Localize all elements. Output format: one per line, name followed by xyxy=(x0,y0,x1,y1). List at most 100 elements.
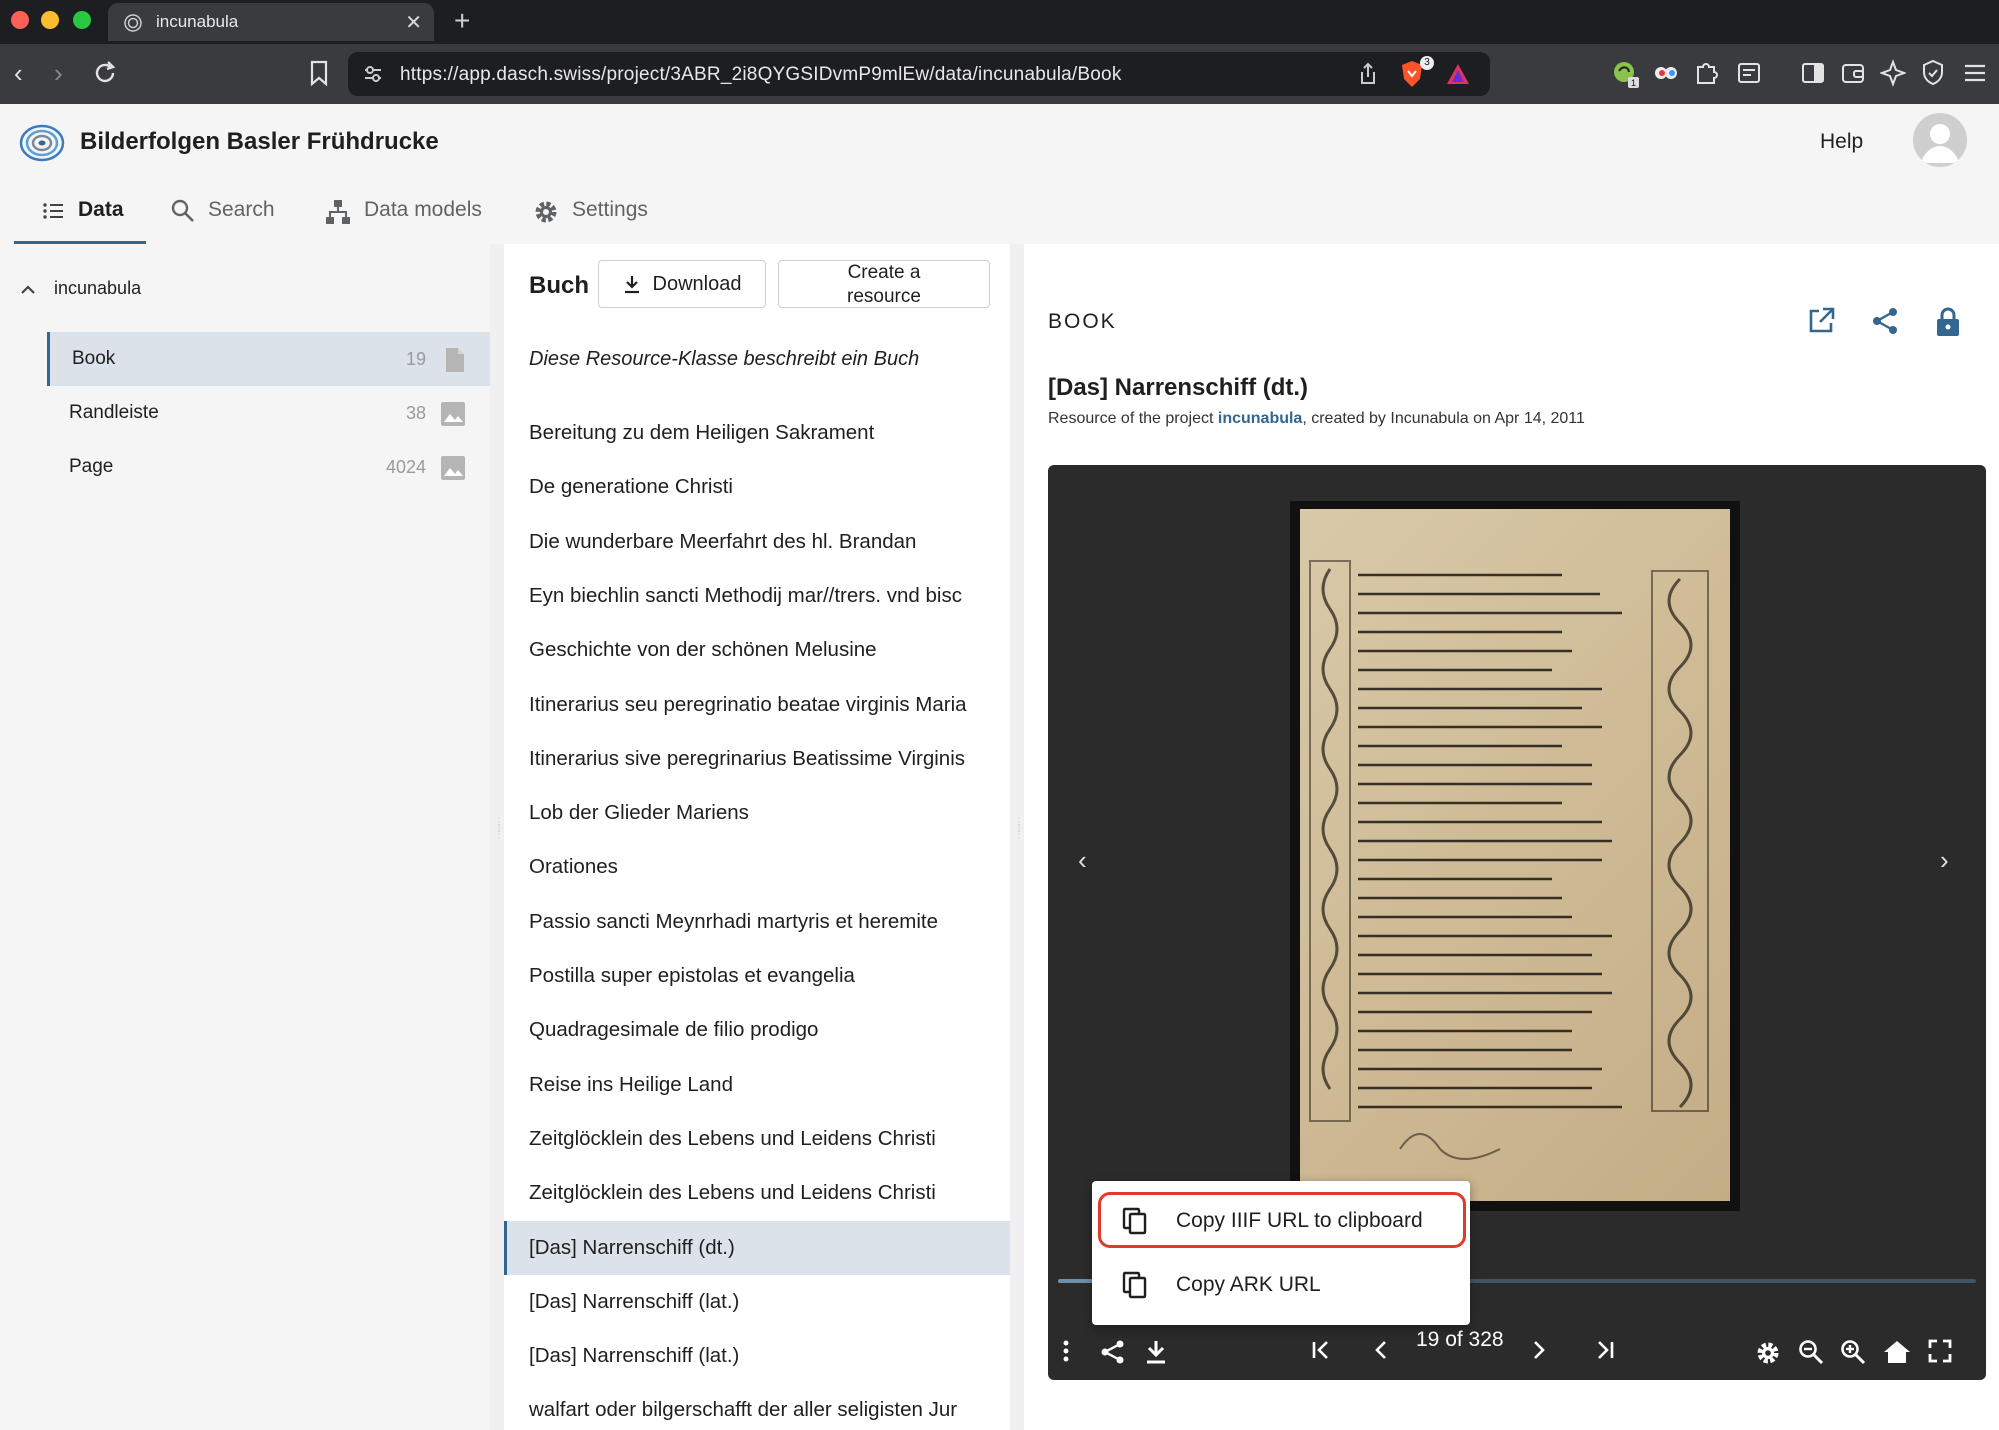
resource-list-item[interactable]: Die wunderbare Meerfahrt des hl. Brandan xyxy=(504,515,1010,569)
rewards-icon[interactable] xyxy=(1446,63,1470,85)
browser-tab[interactable]: incunabula ✕ xyxy=(108,3,434,41)
wallet-icon[interactable] xyxy=(1840,59,1866,87)
tab-data[interactable]: Data xyxy=(14,198,146,244)
site-settings-icon[interactable] xyxy=(362,63,384,85)
open-in-new-icon[interactable] xyxy=(1806,306,1836,336)
reload-icon[interactable] xyxy=(92,59,118,87)
minimize-window-button[interactable] xyxy=(41,11,59,29)
address-bar[interactable]: https://app.dasch.swiss/project/3ABR_2i8… xyxy=(348,52,1490,96)
user-icon xyxy=(1921,124,1959,163)
resource-list-item[interactable]: Eyn biechlin sancti Methodij mar//trers.… xyxy=(504,569,1010,623)
viewer-settings-icon[interactable] xyxy=(1754,1339,1782,1367)
resource-list-item[interactable]: Geschichte von der schönen Melusine xyxy=(504,623,1010,677)
meta-prefix: Resource of the project xyxy=(1048,410,1218,427)
fullscreen-icon[interactable] xyxy=(1928,1339,1952,1363)
sidebar-item-label: Book xyxy=(72,348,116,369)
more-options-icon[interactable] xyxy=(1062,1339,1070,1363)
resource-list-item[interactable]: [Das] Narrenschiff (lat.) xyxy=(504,1275,1010,1329)
resource-list-item[interactable]: [Das] Narrenschiff (dt.) xyxy=(504,1220,1010,1275)
vpn-shield-icon[interactable] xyxy=(1920,59,1946,87)
resource-class-sidebar: incunabula Book 19 Randleiste 38 Page 40… xyxy=(0,244,490,1430)
tab-data-models[interactable]: Data models xyxy=(324,198,482,244)
menu-icon[interactable] xyxy=(1962,59,1988,87)
extension-wallet-icon[interactable]: 1 xyxy=(1612,59,1640,89)
resource-list-item[interactable]: Quadragesimale de filio prodigo xyxy=(504,1003,1010,1057)
resource-list-item[interactable]: Postilla super epistolas et evangelia xyxy=(504,949,1010,1003)
sidebar-item-randleiste[interactable]: Randleiste 38 xyxy=(47,386,490,440)
viewer-download-icon[interactable] xyxy=(1144,1339,1168,1365)
zoom-out-icon[interactable] xyxy=(1798,1339,1824,1365)
back-icon[interactable]: ‹ xyxy=(14,58,23,88)
project-title: Bilderfolgen Basler Frühdrucke xyxy=(80,128,439,155)
user-avatar[interactable] xyxy=(1913,113,1967,167)
next-page-arrow-icon[interactable]: › xyxy=(1940,845,1949,876)
lock-icon[interactable] xyxy=(1934,306,1962,338)
highlight-annotation xyxy=(1098,1192,1466,1248)
resource-list-item[interactable]: Passio sancti Meynrhadi martyris et here… xyxy=(504,895,1010,949)
download-button[interactable]: Download xyxy=(598,260,766,308)
resource-list-item[interactable]: Itinerarius sive peregrinarius Beatissim… xyxy=(504,732,1010,786)
page-scan xyxy=(1300,509,1730,1201)
resource-list-item[interactable]: Bereitung zu dem Heiligen Sakrament xyxy=(504,406,1010,460)
first-page-icon[interactable] xyxy=(1310,1339,1332,1361)
new-tab-button[interactable]: + xyxy=(454,5,470,37)
app-header: Bilderfolgen Basler Frühdrucke Help Data… xyxy=(0,104,1999,244)
tab-settings[interactable]: Settings xyxy=(532,198,648,244)
sidebar-item-book[interactable]: Book 19 xyxy=(47,332,490,386)
extension-eyes-icon[interactable] xyxy=(1652,59,1680,87)
resource-list-item[interactable]: Lob der Glieder Mariens xyxy=(504,786,1010,840)
extensions-puzzle-icon[interactable] xyxy=(1694,59,1720,87)
resource-list-item[interactable]: Reise ins Heilige Land xyxy=(504,1058,1010,1112)
copy-ark-url-menu-item[interactable]: Copy ARK URL xyxy=(1092,1253,1470,1317)
close-tab-icon[interactable]: ✕ xyxy=(405,10,422,35)
help-link[interactable]: Help xyxy=(1820,130,1863,154)
previous-page-arrow-icon[interactable]: ‹ xyxy=(1078,845,1087,876)
manuscript-text-image xyxy=(1309,560,1709,1160)
maximize-window-button[interactable] xyxy=(73,11,91,29)
resource-list-item[interactable]: [Das] Narrenschiff (lat.) xyxy=(504,1329,1010,1383)
reader-mode-icon[interactable] xyxy=(1736,59,1762,87)
previous-page-icon[interactable] xyxy=(1372,1339,1390,1361)
resource-list-item[interactable]: Zeitglöcklein des Lebens und Leidens Chr… xyxy=(504,1166,1010,1220)
create-resource-button[interactable]: Create a resource xyxy=(778,260,990,308)
zoom-in-icon[interactable] xyxy=(1840,1339,1866,1365)
chevron-up-icon xyxy=(21,284,35,294)
sidebar-item-label: Page xyxy=(69,456,114,477)
resource-list-item[interactable]: De generatione Christi xyxy=(504,460,1010,514)
list-resize-handle[interactable]: ⋮ ⋮ ⋮ xyxy=(1010,244,1024,1430)
shields-count-badge: 3 xyxy=(1420,56,1434,70)
tab-data-label: Data xyxy=(78,198,124,221)
resource-list-item[interactable]: Zeitglöcklein des Lebens und Leidens Chr… xyxy=(504,1112,1010,1166)
leo-ai-icon[interactable] xyxy=(1880,59,1906,87)
close-window-button[interactable] xyxy=(11,11,29,29)
sidebar-item-count: 38 xyxy=(405,402,426,423)
tab-search-label: Search xyxy=(208,198,275,221)
share-page-icon[interactable] xyxy=(1358,62,1378,86)
tab-data-models-label: Data models xyxy=(364,198,482,221)
dasch-logo-icon[interactable] xyxy=(18,122,66,164)
browser-toolbar: ‹ › https://app.dasch.swiss/project/3ABR… xyxy=(0,44,1999,104)
image-icon xyxy=(441,456,465,480)
sidebar-toggle-icon[interactable] xyxy=(1800,59,1826,87)
resource-list-item[interactable]: Orationes xyxy=(504,840,1010,894)
create-resource-label: Create a resource xyxy=(847,262,921,307)
resource-list-item[interactable]: walfart oder bilgerschafft der aller sel… xyxy=(504,1383,1010,1430)
share-icon[interactable] xyxy=(1870,306,1900,336)
resource-list-item[interactable]: Itinerarius seu peregrinatio beatae virg… xyxy=(504,678,1010,732)
bookmark-icon[interactable] xyxy=(308,59,330,87)
resource-metadata: Resource of the project incunabula, crea… xyxy=(1048,410,1585,428)
forward-icon[interactable]: › xyxy=(54,58,63,88)
project-link[interactable]: incunabula xyxy=(1218,410,1302,427)
sidebar-item-page[interactable]: Page 4024 xyxy=(47,440,490,494)
last-page-icon[interactable] xyxy=(1594,1339,1616,1361)
page-scan-image[interactable] xyxy=(1290,501,1740,1211)
next-page-icon[interactable] xyxy=(1530,1339,1548,1361)
url-text[interactable]: https://app.dasch.swiss/project/3ABR_2i8… xyxy=(400,64,1122,86)
ontology-header[interactable]: incunabula xyxy=(20,278,141,299)
home-icon[interactable] xyxy=(1882,1339,1912,1365)
meta-suffix: , created by Incunabula on Apr 14, 2011 xyxy=(1302,410,1585,427)
sidebar-resize-handle[interactable]: ⋮ ⋮ ⋮ xyxy=(490,244,504,1430)
viewer-share-icon[interactable] xyxy=(1100,1339,1126,1365)
ontology-name: incunabula xyxy=(54,278,142,298)
tab-search[interactable]: Search xyxy=(170,198,275,244)
